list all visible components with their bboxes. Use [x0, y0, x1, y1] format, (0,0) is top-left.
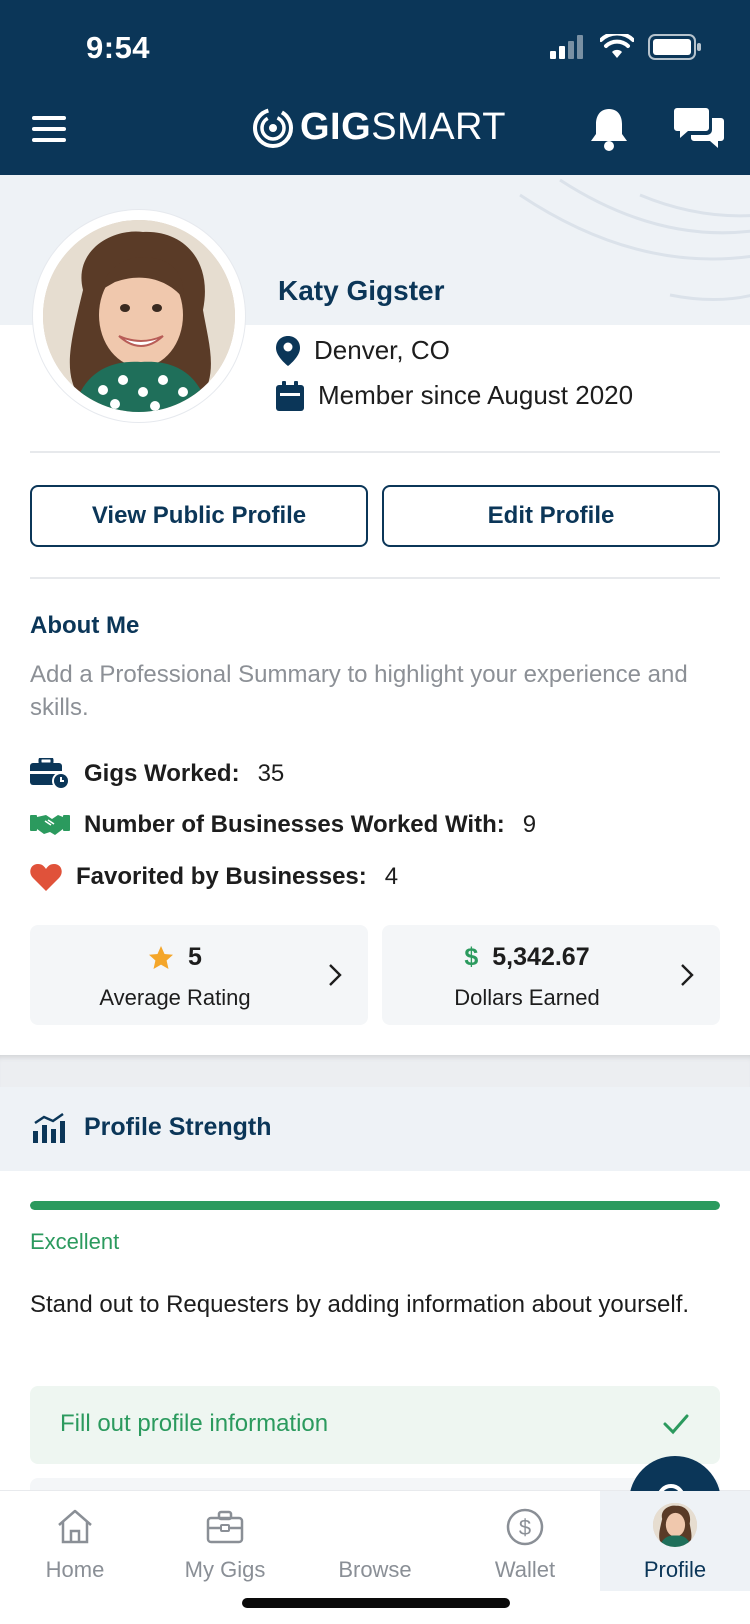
divider — [30, 577, 720, 579]
nav-home-label: Home — [45, 1557, 105, 1582]
nav-home[interactable]: Home — [0, 1491, 150, 1591]
logo-text-light: SMART — [371, 106, 507, 148]
favorited-by-businesses-label: Favorited by Businesses: — [76, 863, 367, 890]
home-indicator — [242, 1598, 510, 1608]
profile-strength-header: Profile Strength — [0, 1087, 750, 1171]
star-icon — [149, 945, 174, 969]
divider — [30, 451, 720, 453]
chat-bubbles-icon — [674, 108, 724, 148]
businesses-worked-with-stat: Number of Businesses Worked With: 9 — [30, 811, 536, 839]
hamburger-menu-button[interactable] — [30, 110, 68, 148]
nav-profile[interactable]: Profile — [600, 1491, 750, 1591]
nav-browse-label: Browse — [338, 1557, 412, 1582]
professional-summary-placeholder[interactable]: Add a Professional Summary to highlight … — [30, 658, 720, 724]
view-public-profile-button[interactable]: View Public Profile — [30, 485, 368, 547]
avatar-photo — [43, 220, 235, 412]
top-app-bar: GIGSMART — [0, 100, 750, 160]
profile-avatar[interactable] — [33, 210, 245, 422]
location-row: Denver, CO — [276, 335, 450, 366]
businesses-worked-with-value: 9 — [522, 811, 537, 838]
checkmark-icon — [663, 1414, 689, 1435]
cellular-signal-icon — [550, 35, 583, 59]
gigs-worked-value: 35 — [257, 760, 285, 787]
dollar-circle-icon: $ — [506, 1508, 544, 1546]
hamburger-icon — [32, 116, 66, 142]
chevron-right-icon — [681, 964, 694, 986]
heart-icon — [30, 864, 62, 891]
task-fill-out-profile-information[interactable]: Fill out profile information — [30, 1386, 720, 1464]
chevron-right-icon — [329, 964, 342, 986]
rating-value-row: 5 — [30, 943, 320, 972]
gigsmart-logo-mark-icon — [253, 107, 293, 148]
favorited-by-businesses-value: 4 — [384, 863, 399, 890]
app-header: 9:54 GIGSMART — [0, 0, 750, 175]
nav-profile-label: Profile — [643, 1557, 707, 1582]
calendar-icon — [276, 380, 304, 411]
gigs-worked-stat: Gigs Worked: 35 — [30, 758, 284, 790]
svg-text:$: $ — [519, 1515, 531, 1540]
task-label: Fill out profile information — [60, 1410, 329, 1437]
gigs-worked-label: Gigs Worked: — [84, 760, 240, 787]
nav-wallet[interactable]: $ Wallet — [450, 1491, 600, 1591]
home-icon — [58, 1509, 92, 1544]
nav-my-gigs-label: My Gigs — [184, 1557, 266, 1582]
location-text: Denver, CO — [314, 335, 450, 365]
notifications-button[interactable] — [588, 106, 630, 152]
bar-chart-trend-icon — [33, 1113, 65, 1143]
average-rating-tile[interactable]: 5 Average Rating — [30, 925, 368, 1025]
average-rating-label: Average Rating — [99, 985, 251, 1010]
gigsmart-logo: GIGSMART — [252, 106, 506, 149]
bell-icon — [591, 109, 627, 151]
about-me-heading: About Me — [30, 612, 140, 639]
businesses-worked-with-label: Number of Businesses Worked With: — [84, 811, 505, 838]
briefcase-clock-icon — [30, 758, 70, 790]
profile-strength-description: Stand out to Requesters by adding inform… — [30, 1291, 690, 1318]
wifi-icon — [600, 34, 634, 58]
profile-strength-progress-bar — [30, 1201, 720, 1210]
logo-text-bold: GIG — [300, 106, 372, 148]
average-rating-value: 5 — [188, 943, 202, 971]
nav-my-gigs[interactable]: My Gigs — [150, 1491, 300, 1591]
member-since-text: Member since August 2020 — [318, 380, 634, 410]
profile-name: Katy Gigster — [278, 275, 445, 306]
nav-browse[interactable]: Browse — [300, 1456, 721, 1591]
progress-fill — [30, 1201, 720, 1210]
dollars-earned-label: Dollars Earned — [454, 985, 600, 1010]
favorited-by-businesses-stat: Favorited by Businesses: 4 — [30, 863, 398, 891]
briefcase-icon — [206, 1510, 244, 1544]
profile-strength-level: Excellent — [30, 1229, 120, 1254]
avatar — [653, 1503, 697, 1547]
dollars-earned-tile[interactable]: $ 5,342.67 Dollars Earned — [382, 925, 720, 1025]
dollars-earned-value: 5,342.67 — [492, 943, 590, 971]
member-since-row: Member since August 2020 — [276, 380, 633, 411]
handshake-icon — [30, 815, 70, 835]
status-icons — [550, 34, 702, 60]
messages-button[interactable] — [674, 104, 724, 152]
nav-wallet-label: Wallet — [494, 1557, 556, 1582]
map-pin-icon — [276, 335, 300, 366]
earned-value-row: $ 5,342.67 — [382, 943, 672, 972]
status-time: 9:54 — [86, 30, 151, 65]
battery-icon — [648, 34, 701, 60]
section-separator — [0, 1055, 750, 1087]
edit-profile-button[interactable]: Edit Profile — [382, 485, 720, 547]
dollar-sign-icon: $ — [464, 943, 479, 971]
profile-strength-title: Profile Strength — [84, 1113, 272, 1141]
